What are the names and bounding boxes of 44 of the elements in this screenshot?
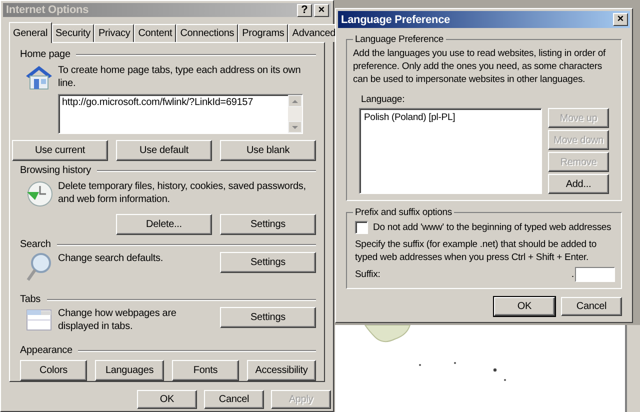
section-description: Change how webpages are displayed in tabs. — [58, 307, 178, 333]
list-label: Language: — [361, 94, 406, 105]
appearance-button[interactable]: Accessibility — [247, 360, 316, 381]
section-description: To create home page tabs, type each address on its own line. — [58, 64, 302, 90]
section-heading: Home page — [20, 49, 70, 60]
suffix-hint: Specify the suffix (for example .net) that should be added to typed web addresses when you press Ctrl + Shift + Enter. — [355, 238, 598, 264]
tab[interactable]: Programs — [238, 24, 288, 42]
section-heading: Browsing history — [20, 165, 91, 176]
action-button[interactable]: Delete... — [116, 214, 212, 235]
dialog-button[interactable]: Cancel — [561, 297, 622, 316]
tab[interactable]: Content — [134, 24, 176, 42]
appearance-button[interactable]: Languages — [95, 360, 164, 381]
action-button[interactable]: Use blank — [220, 140, 316, 161]
dialog-button[interactable]: OK — [137, 390, 197, 409]
home-page-field[interactable]: http://go.microsoft.com/fwlink/?LinkId=69157 — [58, 94, 303, 134]
checkbox-label: Do not add 'www' to the beginning of typed web addresses — [373, 221, 612, 234]
section-description: Change search defaults. — [58, 252, 163, 265]
appearance-button[interactable]: Fonts — [172, 360, 240, 381]
dialog-button[interactable]: OK — [494, 297, 555, 316]
window-title: Language Preference — [341, 14, 452, 26]
group-heading: Language Preference — [354, 34, 445, 45]
tab[interactable]: Privacy — [94, 24, 134, 42]
suffix-dot: . — [571, 269, 574, 280]
tab[interactable]: Security — [52, 24, 94, 42]
close-button[interactable]: × — [613, 13, 628, 26]
settings-button[interactable]: Settings — [220, 252, 316, 273]
section-description: Delete temporary files, history, cookies, saved passwords, and web form information. — [58, 180, 307, 206]
action-button[interactable]: Settings — [220, 214, 316, 235]
suffix-label: Suffix: — [355, 268, 380, 281]
action-button[interactable]: Use current — [12, 140, 108, 161]
action-button[interactable]: Use default — [116, 140, 212, 161]
group-description: Add the languages you use to read websites, listing in order of preference. Only add the ones you need, as some characters can be used to impersonate websites in other languages. — [353, 47, 607, 86]
settings-button[interactable]: Settings — [220, 307, 316, 328]
tab[interactable]: General — [9, 22, 52, 43]
group-heading: Prefix and suffix options — [354, 207, 453, 218]
section-heading: Search — [20, 239, 51, 250]
language-item[interactable]: Polish (Poland) [pl-PL] — [363, 112, 456, 123]
window-title: Internet Options — [6, 4, 90, 16]
dialog-button[interactable]: Cancel — [204, 390, 264, 409]
section-heading: Tabs — [20, 294, 41, 305]
tab[interactable]: Connections — [176, 24, 238, 42]
list-button[interactable]: Add... — [548, 174, 609, 194]
section-heading: Appearance — [20, 345, 72, 356]
appearance-button[interactable]: Colors — [20, 360, 88, 381]
